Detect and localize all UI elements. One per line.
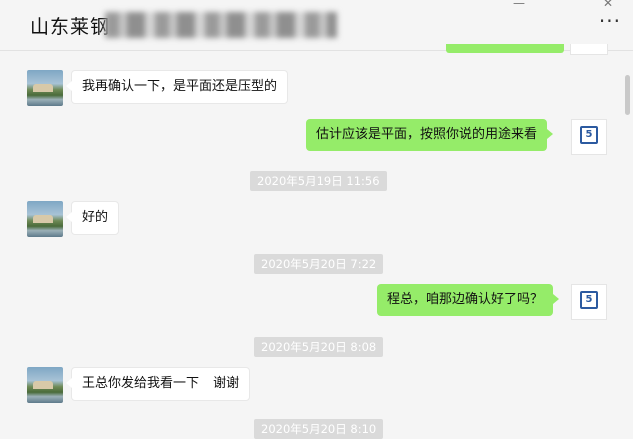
company-logo-icon: 5 xyxy=(580,291,598,309)
contact-avatar[interactable] xyxy=(27,70,63,106)
minimize-button[interactable]: — xyxy=(513,0,525,10)
contact-avatar[interactable] xyxy=(27,201,63,237)
partial-outgoing-bubble xyxy=(446,44,564,53)
self-avatar[interactable]: 5 xyxy=(571,119,607,155)
timestamp: 2020年5月20日 7:22 xyxy=(254,254,384,274)
incoming-message: 我再确认一下，是平面还是压型的 xyxy=(65,70,289,104)
timestamp: 2020年5月20日 8:08 xyxy=(254,337,384,357)
contact-avatar[interactable] xyxy=(27,367,63,403)
partial-logo xyxy=(570,44,608,55)
timestamp: 2020年5月20日 8:10 xyxy=(254,419,384,439)
outgoing-message: 程总，咱那边确认好了吗？ xyxy=(377,284,560,316)
more-dots-icon[interactable]: ··· xyxy=(599,9,621,33)
message-text: 王总你发给我看一下 xyxy=(82,376,200,391)
incoming-message: 王总你发给我看一下 谢谢 xyxy=(65,367,251,401)
scrollbar-thumb[interactable] xyxy=(625,75,630,115)
company-logo-icon: 5 xyxy=(580,126,598,144)
timestamp: 2020年5月19日 11:56 xyxy=(250,171,387,191)
message-text-suffix: 谢谢 xyxy=(213,376,240,391)
redacted-title-blur xyxy=(105,12,337,38)
self-avatar[interactable]: 5 xyxy=(571,284,607,320)
incoming-message: 好的 xyxy=(65,201,120,235)
outgoing-message: 估计应该是平面，按照你说的用途来看 xyxy=(306,119,554,151)
chat-title[interactable]: 山东莱钢 xyxy=(30,12,110,39)
